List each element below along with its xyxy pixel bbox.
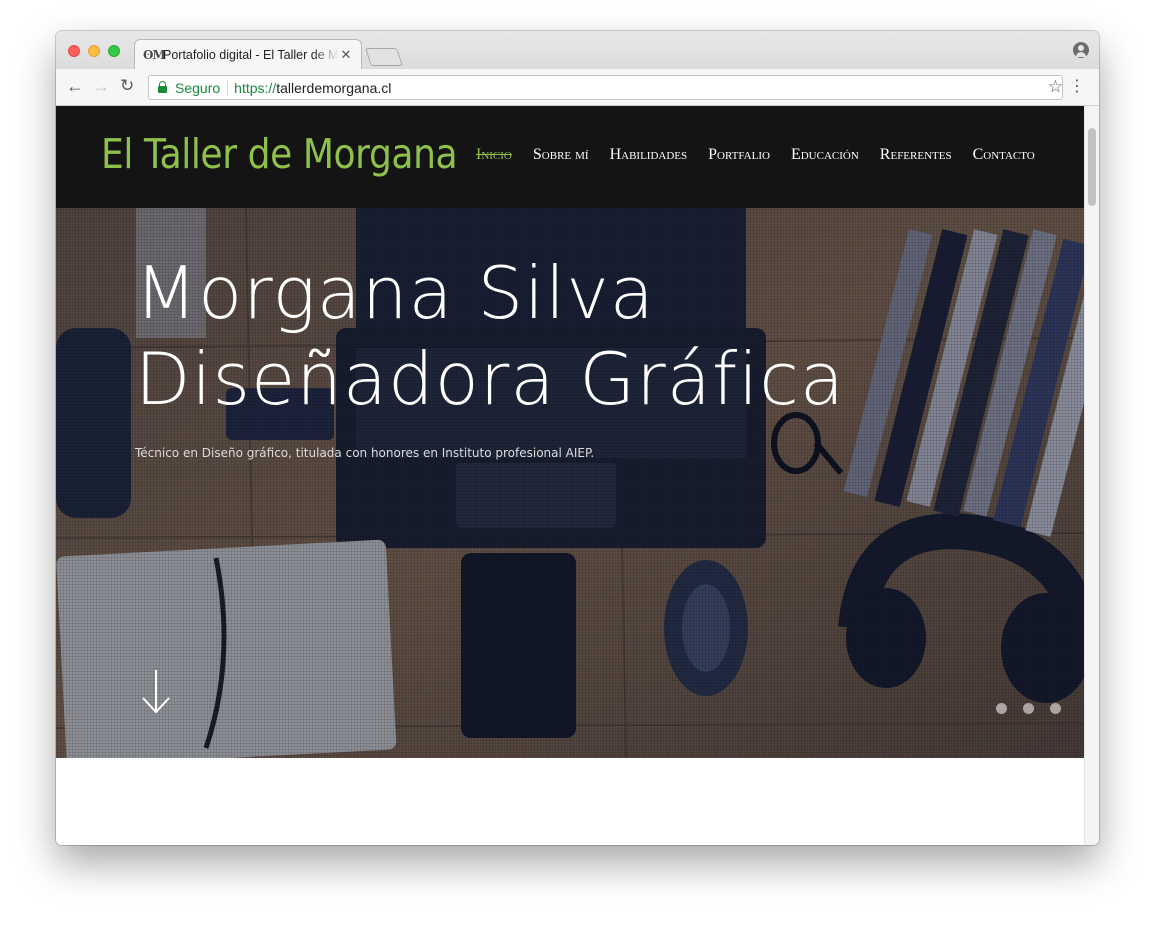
tab-bar: ʘM Portafolio digital - El Taller de Mor… <box>56 31 1099 69</box>
profile-icon[interactable] <box>1073 42 1089 58</box>
browser-menu-icon[interactable]: ⋮ <box>1069 77 1085 97</box>
page-viewport: El Taller de Morgana Inicio Sobre mí Hab… <box>56 106 1084 845</box>
nav-item-portfalio[interactable]: Portfalio <box>708 146 770 164</box>
main-nav: Inicio Sobre mí Habilidades Portfalio Ed… <box>476 146 1056 164</box>
nav-item-habilidades[interactable]: Habilidades <box>610 146 688 164</box>
url-host: tallerdemorgana.cl <box>276 79 392 96</box>
browser-toolbar: ← → ↻ Seguro https:// tallerdemorgana.cl… <box>56 69 1099 106</box>
browser-window: ʘM Portafolio digital - El Taller de Mor… <box>56 31 1099 845</box>
hero-title-line-2: Diseñadora Gráfica <box>135 337 845 421</box>
site-logo[interactable]: El Taller de Morgana <box>101 130 458 178</box>
browser-tab-active[interactable]: ʘM Portafolio digital - El Taller de Mor… <box>134 39 362 69</box>
close-tab-icon[interactable]: ✕ <box>339 47 353 63</box>
reload-icon[interactable]: ↻ <box>120 76 134 96</box>
back-icon[interactable]: ← <box>66 76 84 96</box>
hero-title: Morgana Silva Diseñadora Gráfica <box>135 250 845 422</box>
hero-title-line-1: Morgana Silva <box>135 251 655 335</box>
nav-item-inicio[interactable]: Inicio <box>476 146 512 164</box>
favicon-icon: ʘM <box>143 47 166 62</box>
hero-subtitle: Técnico en Diseño gráfico, titulada con … <box>135 446 595 460</box>
secure-label[interactable]: Seguro <box>175 79 229 96</box>
hero-slider: Morgana Silva Diseñadora Gráfica Técnico… <box>56 208 1084 758</box>
forward-icon[interactable]: → <box>92 76 110 96</box>
slide-dot-1[interactable] <box>996 703 1007 714</box>
slide-dot-3[interactable] <box>1050 703 1061 714</box>
close-window-button[interactable] <box>68 45 80 57</box>
address-bar[interactable]: Seguro https:// tallerdemorgana.cl <box>148 75 1063 100</box>
nav-item-educacion[interactable]: Educación <box>791 146 859 164</box>
zoom-window-button[interactable] <box>108 45 120 57</box>
site-header: El Taller de Morgana Inicio Sobre mí Hab… <box>56 106 1084 208</box>
slider-pagination <box>996 703 1077 714</box>
url-scheme: https:// <box>234 79 277 96</box>
page-scrollbar[interactable] <box>1084 106 1099 845</box>
arrow-down-icon[interactable] <box>140 668 172 716</box>
tab-title: Portafolio digital - El Taller de Morgan… <box>163 47 339 62</box>
nav-item-sobre-mi[interactable]: Sobre mí <box>533 146 589 164</box>
new-tab-button[interactable] <box>365 48 403 66</box>
scrollbar-thumb[interactable] <box>1088 128 1096 206</box>
bookmark-star-icon[interactable]: ☆ <box>1048 77 1063 97</box>
lock-icon <box>158 80 167 93</box>
slide-dot-2[interactable] <box>1023 703 1034 714</box>
nav-item-contacto[interactable]: Contacto <box>973 146 1035 164</box>
minimize-window-button[interactable] <box>88 45 100 57</box>
nav-item-referentes[interactable]: Referentes <box>880 146 952 164</box>
